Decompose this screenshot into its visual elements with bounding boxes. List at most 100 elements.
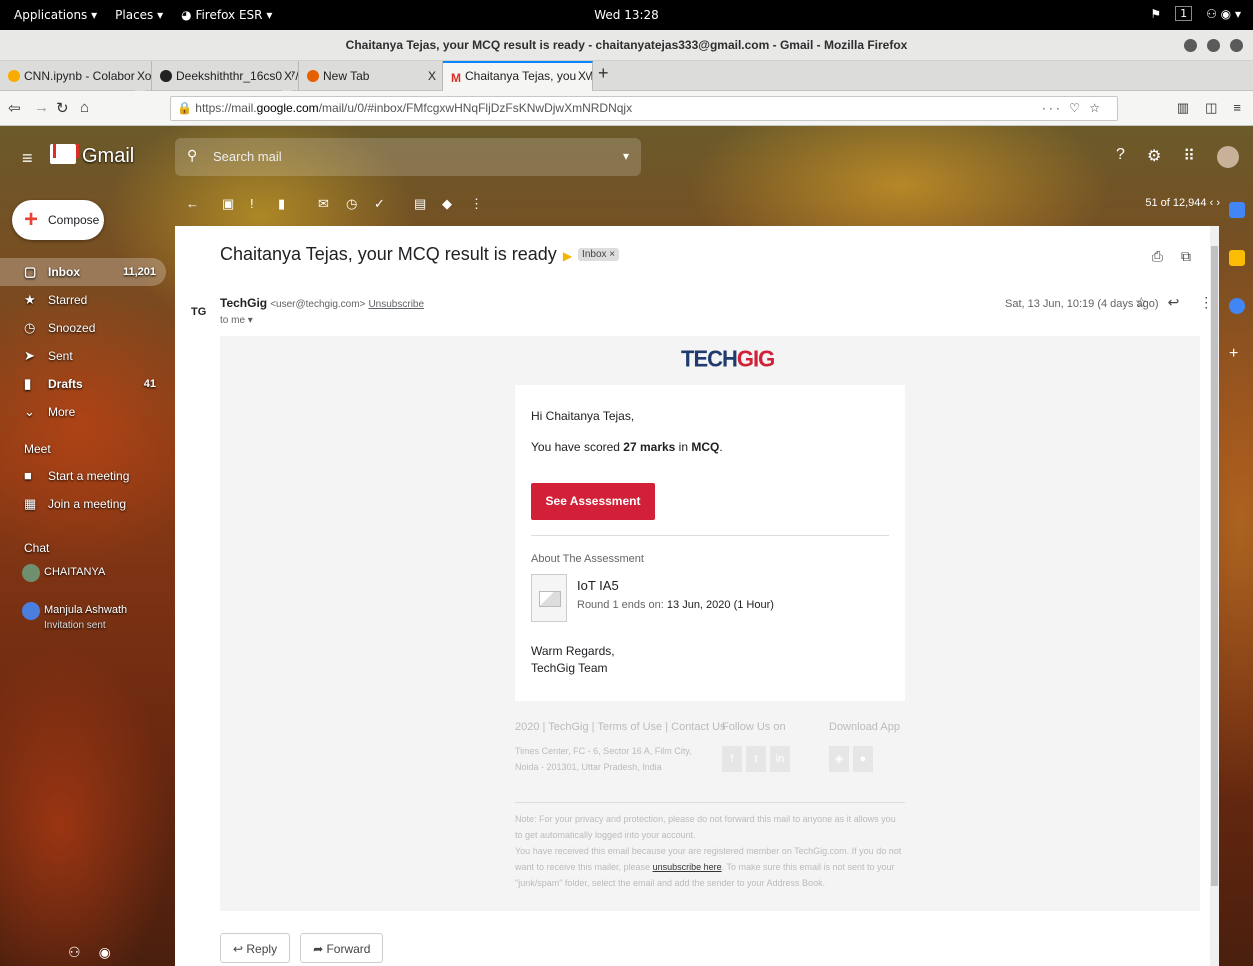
- scrollbar-thumb[interactable]: [1211, 246, 1218, 886]
- tab-close-icon[interactable]: X: [575, 63, 586, 89]
- sidebar-item-snoozed[interactable]: ◷ Snoozed: [0, 314, 166, 342]
- navigation-toolbar: ⇦ → ↻ ⌂ 🔒 https://mail.google.com/mail/u…: [0, 91, 1253, 126]
- sidebar-item-drafts[interactable]: ▮ Drafts 41: [0, 370, 166, 398]
- search-icon[interactable]: ⚲: [187, 147, 197, 164]
- network-icon[interactable]: ⚑: [1150, 7, 1161, 21]
- download-app-label: Download App: [829, 721, 900, 733]
- sidebar-item-inbox[interactable]: ▢ Inbox 11,201: [0, 258, 166, 286]
- tab-close-icon[interactable]: X: [428, 61, 436, 91]
- add-task-icon[interactable]: ✓: [374, 196, 385, 212]
- send-icon: ➤: [24, 348, 35, 363]
- new-tab-button[interactable]: +: [598, 63, 609, 84]
- home-icon[interactable]: ⌂: [80, 99, 89, 116]
- draft-icon: ▮: [24, 376, 32, 391]
- footer-links[interactable]: 2020 | TechGig | Terms of Use | Contact …: [515, 721, 726, 733]
- clock[interactable]: Wed 13:28: [0, 8, 1253, 22]
- search-bar[interactable]: ⚲ Search mail ▾: [175, 138, 641, 176]
- recipient-details[interactable]: to me ▾: [220, 315, 253, 326]
- see-assessment-button[interactable]: See Assessment: [531, 483, 655, 520]
- prev-icon[interactable]: ‹: [1210, 197, 1214, 209]
- firefox-icon: [307, 70, 319, 82]
- forward-icon[interactable]: →: [34, 99, 49, 116]
- minimize-button[interactable]: [1184, 39, 1197, 52]
- print-icon[interactable]: ⎙: [1152, 248, 1163, 265]
- back-icon[interactable]: ⇦: [8, 99, 21, 117]
- mark-unread-icon[interactable]: ✉: [318, 196, 329, 212]
- tab-gmail[interactable]: M Chaitanya Tejas, your MC X: [443, 61, 593, 91]
- compose-button[interactable]: + Compose: [12, 200, 104, 240]
- snooze-icon[interactable]: ◷: [346, 196, 357, 212]
- site-info-icon[interactable]: 🔒: [177, 101, 195, 115]
- close-window-button[interactable]: [1230, 39, 1243, 52]
- important-marker-icon[interactable]: ▶: [563, 249, 572, 263]
- keep-icon[interactable]: [1229, 250, 1245, 266]
- email-body: TECHGIG Hi Chaitanya Tejas, You have sco…: [220, 336, 1200, 911]
- gmail-logo-icon[interactable]: [50, 144, 79, 164]
- next-icon[interactable]: ›: [1216, 197, 1220, 209]
- gmail-header: ≡ Gmail ⚲ Search mail ▾ ? ⚙ ⠿: [0, 126, 1253, 190]
- reply-button[interactable]: ↩ Reply: [220, 933, 291, 963]
- techgig-logo[interactable]: TECHGIG: [681, 345, 775, 372]
- label-icon[interactable]: ◆: [442, 196, 452, 212]
- forward-button[interactable]: ➦ Forward: [300, 933, 384, 963]
- sender-name[interactable]: TechGig: [220, 296, 267, 310]
- sidebar-nav: ▢ Inbox 11,201 ★ Starred ◷ Snoozed ➤ Sent ▮ Dr…: [0, 258, 166, 426]
- tab-colab[interactable]: CNN.ipynb - Colaborator X: [0, 61, 152, 91]
- message-scrollbar[interactable]: [1210, 226, 1219, 966]
- tab-close-icon[interactable]: X: [281, 61, 292, 91]
- system-tray[interactable]: ⚇ ◉ ▾: [1206, 7, 1241, 21]
- person-icon[interactable]: ⚇: [68, 944, 81, 961]
- tab-close-icon[interactable]: X: [134, 61, 145, 91]
- twitter-icon[interactable]: t: [746, 746, 766, 772]
- star-icon[interactable]: ☆: [1135, 294, 1148, 311]
- sidebar-item-more[interactable]: ⌄ More: [0, 398, 166, 426]
- page-actions[interactable]: ··· ♡ ☆: [1042, 97, 1103, 120]
- unsubscribe-link[interactable]: Unsubscribe: [368, 299, 424, 310]
- maximize-button[interactable]: [1207, 39, 1220, 52]
- tab-new[interactable]: New Tab X: [299, 61, 443, 91]
- main-menu-icon[interactable]: ≡: [22, 148, 33, 169]
- facebook-icon[interactable]: f: [722, 746, 742, 772]
- search-options-icon[interactable]: ▾: [623, 149, 629, 163]
- sidebar-item-starred[interactable]: ★ Starred: [0, 286, 166, 314]
- unsubscribe-here-link[interactable]: unsubscribe here: [653, 862, 722, 872]
- start-meeting-item[interactable]: ■ Start a meeting: [0, 462, 166, 490]
- more-icon[interactable]: ⋮: [470, 196, 483, 212]
- open-new-window-icon[interactable]: ⧉: [1181, 248, 1191, 265]
- menu-icon[interactable]: ≡: [1233, 100, 1241, 116]
- sidebar-icon[interactable]: ◫: [1205, 100, 1217, 116]
- gmail-brand[interactable]: Gmail: [82, 145, 134, 168]
- github-icon: [160, 70, 172, 82]
- move-to-icon[interactable]: ▤: [414, 196, 426, 212]
- android-icon[interactable]: ◈: [829, 746, 849, 772]
- chat-bubble-icon[interactable]: ◉: [99, 944, 111, 961]
- apple-icon[interactable]: ●: [853, 746, 873, 772]
- avatar: [22, 602, 40, 620]
- workspace-indicator[interactable]: 1: [1175, 6, 1193, 21]
- reload-icon[interactable]: ↻: [56, 99, 69, 117]
- signature: Warm Regards, TechGig Team: [531, 644, 615, 675]
- sidebar-item-sent[interactable]: ➤ Sent: [0, 342, 166, 370]
- report-spam-icon[interactable]: !: [250, 196, 254, 211]
- calendar-icon[interactable]: [1229, 202, 1245, 218]
- chat-section-title: Chat: [24, 541, 50, 555]
- assessment-name: IoT IA5: [577, 578, 619, 593]
- account-avatar[interactable]: [1217, 146, 1239, 168]
- library-icon[interactable]: ▥: [1177, 100, 1189, 116]
- add-addon-icon[interactable]: +: [1229, 345, 1245, 362]
- inbox-label[interactable]: Inbox ×: [578, 248, 620, 261]
- linkedin-icon[interactable]: in: [770, 746, 790, 772]
- settings-icon[interactable]: ⚙: [1147, 146, 1161, 168]
- tasks-icon[interactable]: [1229, 298, 1245, 314]
- url-bar[interactable]: 🔒 https://mail.google.com/mail/u/0/#inbo…: [170, 96, 1118, 121]
- apps-icon[interactable]: ⠿: [1183, 146, 1195, 168]
- delete-icon[interactable]: ▮: [278, 196, 285, 212]
- avatar: [22, 564, 40, 582]
- tab-github[interactable]: Deekshiththr_16cs027/13 X: [152, 61, 299, 91]
- join-meeting-item[interactable]: ▦ Join a meeting: [0, 490, 166, 518]
- search-input[interactable]: Search mail: [213, 149, 282, 164]
- help-icon[interactable]: ?: [1116, 146, 1125, 168]
- reply-icon[interactable]: ↩: [1168, 294, 1180, 311]
- back-to-inbox-icon[interactable]: ←: [186, 196, 199, 211]
- archive-icon[interactable]: ▣: [222, 196, 234, 212]
